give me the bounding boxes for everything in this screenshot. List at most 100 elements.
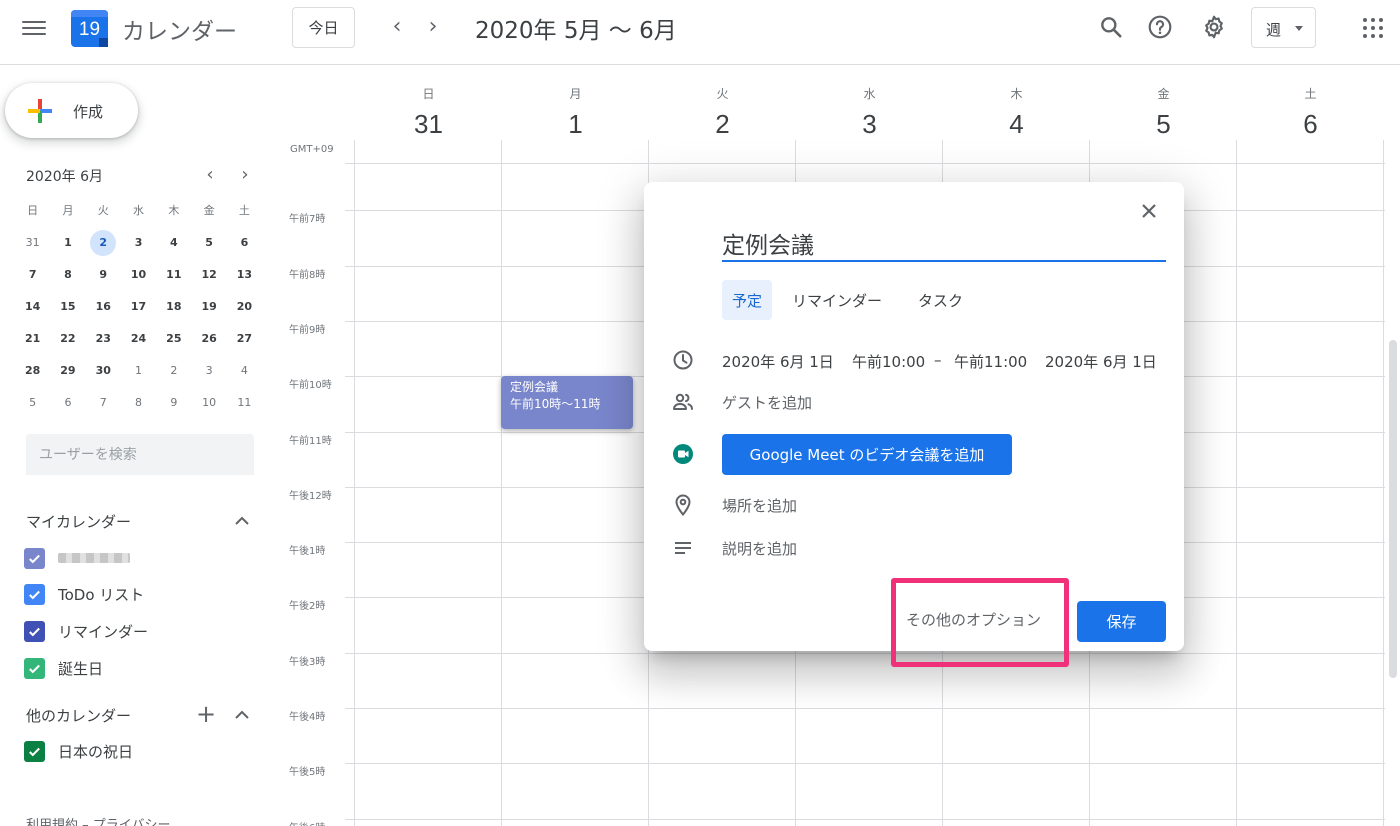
- mini-day-cell[interactable]: 9: [156, 392, 191, 424]
- mini-day-cell[interactable]: 9: [86, 264, 121, 296]
- mini-day-cell[interactable]: 15: [50, 296, 85, 328]
- day-header-date[interactable]: 3: [796, 109, 943, 140]
- mini-day-cell[interactable]: 3: [191, 360, 226, 392]
- mini-day-cell[interactable]: 25: [156, 328, 191, 360]
- mini-day-cell[interactable]: 30: [86, 360, 121, 392]
- checkbox-checked-icon[interactable]: [24, 740, 45, 762]
- add-guests-field[interactable]: ゲストを追加: [722, 392, 812, 413]
- mini-day-cell[interactable]: 23: [86, 328, 121, 360]
- day-header-date[interactable]: 4: [943, 109, 1090, 140]
- create-button[interactable]: 作成: [5, 83, 138, 138]
- day-header-date[interactable]: 5: [1090, 109, 1237, 140]
- mini-day-cell[interactable]: 14: [15, 296, 50, 328]
- my-calendars-header[interactable]: マイカレンダー: [26, 511, 131, 532]
- mini-day-cell[interactable]: 8: [121, 392, 156, 424]
- main-menu-icon[interactable]: [22, 18, 46, 38]
- terms-privacy-link[interactable]: 利用規約 – プライバシー: [26, 814, 171, 826]
- scrollbar-thumb[interactable]: [1389, 340, 1397, 678]
- collapse-my-calendars-icon[interactable]: [234, 515, 250, 527]
- checkbox-checked-icon[interactable]: [24, 547, 45, 569]
- mini-day-cell[interactable]: 16: [86, 296, 121, 328]
- day-header-date[interactable]: 31: [355, 109, 502, 140]
- add-other-calendar-icon[interactable]: +: [196, 700, 216, 728]
- hour-label: 午前9時: [289, 325, 326, 336]
- settings-gear-icon[interactable]: [1201, 14, 1227, 40]
- mini-day-cell[interactable]: 5: [15, 392, 50, 424]
- mini-day-cell[interactable]: 4: [227, 360, 262, 392]
- tab-event[interactable]: 予定: [722, 280, 773, 320]
- prev-week-icon[interactable]: ‹: [385, 14, 409, 39]
- mini-day-cell[interactable]: 1: [50, 232, 85, 264]
- event-chip-teireikaigi[interactable]: 定例会議 午前10時〜11時: [501, 376, 633, 429]
- mini-day-cell[interactable]: 11: [227, 392, 262, 424]
- start-time[interactable]: 午前10:00: [852, 351, 925, 372]
- day-header-date[interactable]: 2: [649, 109, 796, 140]
- mini-next-month-icon[interactable]: ›: [235, 164, 255, 185]
- mini-day-cell[interactable]: 13: [227, 264, 262, 296]
- mini-day-cell[interactable]: 22: [50, 328, 85, 360]
- search-icon[interactable]: [1098, 14, 1124, 40]
- mini-day-cell[interactable]: 20: [227, 296, 262, 328]
- add-description-field[interactable]: 説明を追加: [722, 538, 797, 559]
- mini-day-cell[interactable]: 3: [121, 232, 156, 264]
- end-date[interactable]: 2020年 6月 1日: [1045, 351, 1157, 372]
- mini-day-cell[interactable]: 7: [86, 392, 121, 424]
- mini-day-cell[interactable]: 29: [50, 360, 85, 392]
- apps-grid-icon[interactable]: [1363, 18, 1383, 38]
- day-header-date[interactable]: 1: [502, 109, 649, 140]
- end-time[interactable]: 午前11:00: [954, 351, 1027, 372]
- mini-day-cell[interactable]: 24: [121, 328, 156, 360]
- mini-day-cell[interactable]: 5: [191, 232, 226, 264]
- mini-day-cell[interactable]: 31: [15, 232, 50, 264]
- other-calendars-header[interactable]: 他のカレンダー: [26, 705, 131, 726]
- mini-day-cell[interactable]: 27: [227, 328, 262, 360]
- mini-weekday-label: 金: [203, 204, 215, 217]
- tab-task[interactable]: タスク: [908, 280, 973, 320]
- mini-weekday-label: 月: [62, 204, 74, 217]
- calendar-list-item[interactable]: ToDo リスト: [24, 583, 144, 607]
- mini-day-cell[interactable]: 26: [191, 328, 226, 360]
- mini-day-cell[interactable]: 10: [121, 264, 156, 296]
- logo-day: 19: [78, 19, 101, 40]
- mini-day-cell[interactable]: 2: [156, 360, 191, 392]
- close-icon[interactable]: [1138, 200, 1160, 222]
- more-options-button[interactable]: その他のオプション: [906, 609, 1041, 630]
- checkbox-checked-icon[interactable]: [24, 657, 45, 679]
- mini-day-cell[interactable]: 6: [227, 232, 262, 264]
- add-location-field[interactable]: 場所を追加: [722, 495, 797, 516]
- mini-day-cell[interactable]: 8: [50, 264, 85, 296]
- mini-day-cell[interactable]: 6: [50, 392, 85, 424]
- mini-day-cell[interactable]: 28: [15, 360, 50, 392]
- checkbox-checked-icon[interactable]: [24, 620, 45, 642]
- day-header-date[interactable]: 6: [1237, 109, 1384, 140]
- mini-day-cell[interactable]: 21: [15, 328, 50, 360]
- user-search-input[interactable]: [26, 434, 254, 475]
- calendar-list-item[interactable]: 日本の祝日: [24, 739, 133, 763]
- today-button[interactable]: 今日: [292, 7, 355, 48]
- start-date[interactable]: 2020年 6月 1日: [722, 351, 834, 372]
- mini-day-cell[interactable]: 1: [121, 360, 156, 392]
- mini-day-cell[interactable]: 18: [156, 296, 191, 328]
- next-week-icon[interactable]: ›: [421, 14, 445, 39]
- add-google-meet-button[interactable]: Google Meet のビデオ会議を追加: [722, 434, 1012, 475]
- mini-day-cell[interactable]: 2: [86, 230, 121, 264]
- mini-day-cell[interactable]: 7: [15, 264, 50, 296]
- view-selector[interactable]: 週: [1251, 7, 1316, 48]
- checkbox-checked-icon[interactable]: [24, 584, 45, 606]
- tab-reminder[interactable]: リマインダー: [782, 280, 892, 320]
- save-button[interactable]: 保存: [1077, 601, 1166, 642]
- collapse-other-calendars-icon[interactable]: [234, 709, 250, 721]
- mini-prev-month-icon[interactable]: ‹: [200, 164, 220, 185]
- help-icon[interactable]: [1147, 14, 1173, 40]
- calendar-list-item[interactable]: リマインダー: [24, 619, 148, 643]
- mini-day-cell[interactable]: 11: [156, 264, 191, 296]
- mini-day-cell[interactable]: 10: [191, 392, 226, 424]
- mini-day-cell[interactable]: 17: [121, 296, 156, 328]
- mini-day-cell[interactable]: 19: [191, 296, 226, 328]
- hour-label: 午後4時: [289, 712, 326, 723]
- calendar-list-item[interactable]: 誕生日: [24, 656, 103, 680]
- mini-day-cell[interactable]: 4: [156, 232, 191, 264]
- mini-day-cell[interactable]: 12: [191, 264, 226, 296]
- calendar-list-item[interactable]: [24, 546, 130, 570]
- event-title-input[interactable]: [722, 226, 1166, 262]
